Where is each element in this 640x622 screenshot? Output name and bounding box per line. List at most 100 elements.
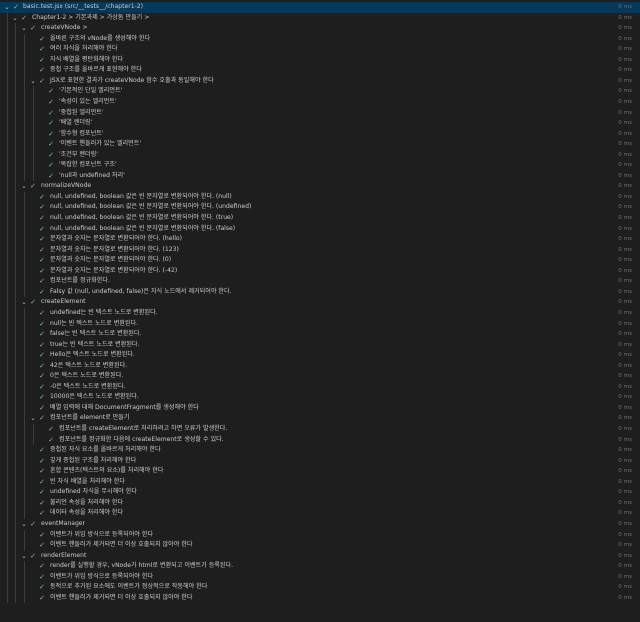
test-label: true는 빈 텍스트 노드로 변환된다. — [50, 340, 140, 348]
chevron-down-icon[interactable]: ⌄ — [20, 551, 28, 562]
test-label: '배열 렌더링' — [59, 119, 93, 127]
test-case-row[interactable]: ✓ 문자열과 숫자는 문자열로 변환되어야 한다. (hello) 0 ms — [0, 234, 640, 245]
test-case-row[interactable]: ✓ 데이터 속성을 처리해야 한다 0 ms — [0, 508, 640, 519]
test-case-row[interactable]: ✓ Hello은 텍스트 노드로 변환된다. 0 ms — [0, 350, 640, 361]
test-case-row[interactable]: ✓ '배열 렌더링' 0 ms — [0, 118, 640, 129]
test-case-row[interactable]: ✓ 자식 배열을 평탄화해야 한다 0 ms — [0, 55, 640, 66]
test-label: 문자열과 숫자는 문자열로 변환되어야 한다. (0) — [50, 256, 172, 264]
test-suite-row[interactable]: ⌄ ✓ basic.test.jsx (src/__tests__/chapter1… — [0, 2, 640, 13]
test-label: basic.test.jsx (src/__tests__/chapter1-2… — [23, 3, 144, 10]
check-icon: ✓ — [39, 562, 45, 571]
test-duration: 0 ms — [618, 573, 632, 580]
test-case-row[interactable]: ✓ 혼합 콘텐츠(텍스트와 요소)를 처리해야 한다 0 ms — [0, 466, 640, 477]
test-suite-row[interactable]: ⌄ ✓ createVNode > 0 ms — [0, 23, 640, 34]
test-case-row[interactable]: ✓ 10000은 텍스트 노드로 변환된다. 0 ms — [0, 392, 640, 403]
test-duration: 0 ms — [618, 25, 632, 32]
indent-guide — [24, 33, 25, 182]
test-label: null, undefined, boolean 값은 빈 문자열로 변환되어야… — [50, 224, 236, 232]
test-case-row[interactable]: ✓ 배열 입력에 대해 DocumentFragment를 생성해야 한다 0 ms — [0, 403, 640, 414]
test-duration: 0 ms — [618, 299, 632, 306]
test-suite-row[interactable]: ⌄ ✓ Chapter1-2 > 기본과제 > 가상돔 만들기 > 0 ms — [0, 13, 640, 24]
test-case-row[interactable]: ✓ null는 빈 텍스트 노드로 변환된다. 0 ms — [0, 319, 640, 330]
test-suite-row[interactable]: ⌄ ✓ JSX로 표현한 결과가 createVNode 함수 호출과 동일해야 한… — [0, 76, 640, 87]
test-case-row[interactable]: ✓ 42은 텍스트 노드로 변환된다. 0 ms — [0, 361, 640, 372]
test-suite-row[interactable]: ⌄ ✓ renderElement 0 ms — [0, 551, 640, 562]
test-label: 0은 텍스트 노드로 변환된다. — [50, 372, 124, 380]
check-icon: ✓ — [39, 488, 45, 497]
test-label: 문자열과 숫자는 문자열로 변환되어야 한다. (-42) — [50, 266, 178, 274]
test-case-row[interactable]: ✓ null, undefined, boolean 값은 빈 문자열로 변환되어… — [0, 192, 640, 203]
test-case-row[interactable]: ✓ undefined 자식을 무시해야 한다 0 ms — [0, 487, 640, 498]
test-case-row[interactable]: ✓ '중첩된 엘리먼트' 0 ms — [0, 108, 640, 119]
indent-guide — [15, 23, 16, 604]
test-duration: 0 ms — [618, 162, 632, 169]
test-case-row[interactable]: ✓ render를 실행할 경우, vNode가 html로 변환되고 이벤트가 … — [0, 561, 640, 572]
test-duration: 0 ms — [618, 246, 632, 253]
test-label: null, undefined, boolean 값은 빈 문자열로 변환되어야… — [50, 192, 232, 200]
test-case-row[interactable]: ✓ 깊게 중첩된 구조를 처리해야 한다 0 ms — [0, 456, 640, 467]
test-case-row[interactable]: ✓ 문자열과 숫자는 문자열로 변환되어야 한다. (0) 0 ms — [0, 255, 640, 266]
test-case-row[interactable]: ✓ 문자열과 숫자는 문자열로 변환되어야 한다. (123) 0 ms — [0, 245, 640, 256]
test-case-row[interactable]: ✓ false는 빈 텍스트 노드로 변환된다. 0 ms — [0, 329, 640, 340]
test-suite-row[interactable]: ⌄ ✓ normalizeVNode 0 ms — [0, 181, 640, 192]
chevron-down-icon[interactable]: ⌄ — [20, 297, 28, 308]
check-icon: ✓ — [39, 245, 45, 254]
test-case-row[interactable]: ✓ '함수형 컴포넌트' 0 ms — [0, 129, 640, 140]
test-case-row[interactable]: ✓ '조건부 렌더링' 0 ms — [0, 150, 640, 161]
test-case-row[interactable]: ✓ undefined는 빈 텍스트 노드로 변환된다. 0 ms — [0, 308, 640, 319]
test-case-row[interactable]: ✓ 중첩 구조를 올바르게 표현해야 한다 0 ms — [0, 65, 640, 76]
test-case-row[interactable]: ✓ 이벤트 핸들러가 제거되면 더 이상 호출되지 않아야 한다 0 ms — [0, 593, 640, 604]
test-case-row[interactable]: ✓ null, undefined, boolean 값은 빈 문자열로 변환되어… — [0, 224, 640, 235]
test-case-row[interactable]: ✓ 빈 자식 배열을 처리해야 한다 0 ms — [0, 477, 640, 488]
check-icon: ✓ — [30, 298, 36, 307]
chevron-down-icon[interactable]: ⌄ — [20, 519, 28, 530]
test-suite-row[interactable]: ⌄ ✓ 컴포넌트를 element로 만들기 0 ms — [0, 413, 640, 424]
check-icon: ✓ — [39, 308, 45, 317]
test-label: Chapter1-2 > 기본과제 > 가상돔 만들기 > — [32, 13, 150, 21]
check-icon: ✓ — [39, 277, 45, 286]
test-case-row[interactable]: ✓ 컴포넌트를 정규화한 다음에 createElement로 생성할 수 있다.… — [0, 435, 640, 446]
check-icon: ✓ — [39, 361, 45, 370]
test-case-row[interactable]: ✓ 중첩된 자식 요소를 올바르게 처리해야 한다 0 ms — [0, 445, 640, 456]
test-case-row[interactable]: ✓ 이벤트가 위임 방식으로 등록되어야 한다 0 ms — [0, 572, 640, 583]
test-case-row[interactable]: ✓ Falsy 값 (null, undefined, false)은 자식 노드… — [0, 287, 640, 298]
test-case-row[interactable]: ✓ 'null과 undefined 처리' 0 ms — [0, 171, 640, 182]
test-case-row[interactable]: ✓ '이벤트 핸들러가 있는 엘리먼트' 0 ms — [0, 139, 640, 150]
chevron-down-icon[interactable]: ⌄ — [20, 181, 28, 192]
test-suite-row[interactable]: ⌄ ✓ eventManager 0 ms — [0, 519, 640, 530]
test-label: 데이터 속성을 처리해야 한다 — [50, 509, 124, 517]
test-case-row[interactable]: ✓ 여러 자식을 처리해야 한다 0 ms — [0, 44, 640, 55]
test-case-row[interactable]: ✓ 동적으로 추가된 요소에도 이벤트가 정상적으로 작동해야 한다 0 ms — [0, 582, 640, 593]
test-case-row[interactable]: ✓ '속성이 있는 엘리먼트' 0 ms — [0, 97, 640, 108]
test-duration: 0 ms — [618, 257, 632, 264]
test-case-row[interactable]: ✓ 불리언 속성을 처리해야 한다 0 ms — [0, 498, 640, 509]
chevron-down-icon[interactable]: ⌄ — [20, 23, 28, 34]
test-case-row[interactable]: ✓ 이벤트 핸들러가 제거되면 더 이상 호출되지 않아야 한다 0 ms — [0, 540, 640, 551]
test-duration: 0 ms — [618, 552, 632, 559]
test-case-row[interactable]: ✓ 컴포넌트를 createElement로 처리하려고 하면 오류가 발생한다.… — [0, 424, 640, 435]
test-case-row[interactable]: ✓ '복잡한 컴포넌트 구조' 0 ms — [0, 160, 640, 171]
test-case-row[interactable]: ✓ 문자열과 숫자는 문자열로 변환되어야 한다. (-42) 0 ms — [0, 266, 640, 277]
check-icon: ✓ — [39, 266, 45, 275]
test-case-row[interactable]: ✓ true는 빈 텍스트 노드로 변환된다. 0 ms — [0, 340, 640, 351]
test-duration: 0 ms — [618, 14, 632, 21]
check-icon: ✓ — [39, 287, 45, 296]
test-case-row[interactable]: ✓ 이벤트가 위임 방식으로 등록되어야 한다 0 ms — [0, 530, 640, 541]
chevron-down-icon[interactable]: ⌄ — [29, 76, 37, 87]
chevron-down-icon[interactable]: ⌄ — [29, 413, 37, 424]
test-case-row[interactable]: ✓ 컴포넌트를 정규화한다. 0 ms — [0, 276, 640, 287]
test-case-row[interactable]: ✓ 0은 텍스트 노드로 변환된다. 0 ms — [0, 371, 640, 382]
chevron-down-icon[interactable]: ⌄ — [3, 2, 11, 13]
test-case-row[interactable]: ✓ 올바른 구조의 vNode를 생성해야 한다 0 ms — [0, 34, 640, 45]
test-duration: 0 ms — [618, 204, 632, 211]
chevron-down-icon[interactable]: ⌄ — [11, 13, 19, 24]
test-label: 중첩 구조를 올바르게 표현해야 한다 — [50, 66, 142, 74]
test-case-row[interactable]: ✓ null, undefined, boolean 값은 빈 문자열로 변환되어… — [0, 202, 640, 213]
test-case-row[interactable]: ✓ -0은 텍스트 노드로 변환된다. 0 ms — [0, 382, 640, 393]
test-duration: 0 ms — [618, 404, 632, 411]
test-duration: 0 ms — [618, 563, 632, 570]
test-case-row[interactable]: ✓ '기본적인 단일 엘리먼트' 0 ms — [0, 86, 640, 97]
test-case-row[interactable]: ✓ null, undefined, boolean 값은 빈 문자열로 변환되어… — [0, 213, 640, 224]
test-suite-row[interactable]: ⌄ ✓ createElement 0 ms — [0, 297, 640, 308]
test-label: 이벤트가 위임 방식으로 등록되어야 한다 — [50, 572, 154, 580]
